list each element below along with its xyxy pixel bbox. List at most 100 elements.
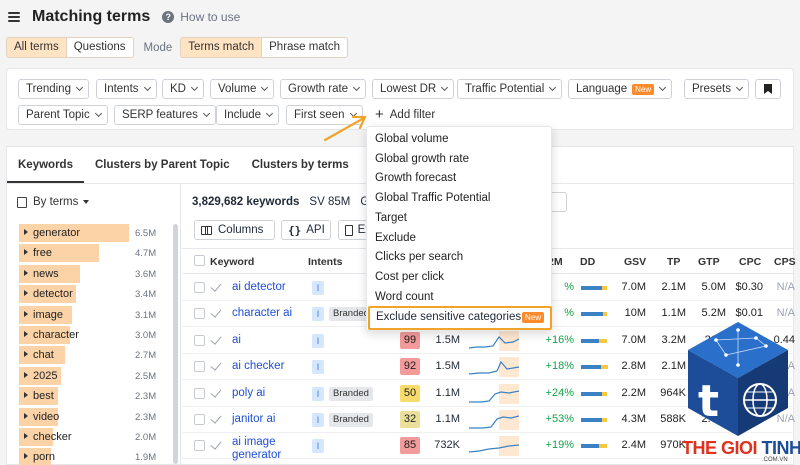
check-icon[interactable] [210,359,222,371]
tab-keywords[interactable]: Keywords [7,147,84,183]
keyword-link[interactable]: janitor ai [232,413,275,426]
filter-panel: Trending Intents KD Volume Growth rate L… [6,68,794,130]
tab-terms-match[interactable]: Terms match [181,38,262,57]
header-keyword[interactable]: Keyword [210,256,254,268]
filter-include[interactable]: Include [216,105,280,125]
dd-bar-blue [581,365,601,370]
tab-clusters-parent-topic[interactable]: Clusters by Parent Topic [84,147,241,183]
term-text: best [33,390,54,403]
expand-arrow-icon [24,249,28,256]
sidebar-term[interactable]: 2025 2.5M [19,366,169,385]
row-checkbox[interactable] [194,334,205,346]
scrollbar[interactable] [173,224,178,464]
filter-language[interactable]: Language New [568,79,673,99]
header-intents[interactable]: Intents [308,256,342,268]
add-filter-button[interactable]: + Add filter [375,107,435,122]
tab-clusters-terms[interactable]: Clusters by terms [241,147,360,183]
menu-item[interactable]: Global volume [375,133,449,145]
kd-badge: 32 [400,411,420,428]
dd-bar-yellow [602,418,607,422]
columns-button[interactable]: Columns [194,220,275,240]
top-bar: Matching terms ? How to use [0,0,800,34]
select-all-checkbox[interactable] [194,255,205,266]
intent-badge: I [312,439,324,454]
menu-icon[interactable] [8,12,20,22]
new-badge: New [632,83,655,95]
chevron-down-icon [441,83,449,92]
dd-bar-blue [581,312,603,317]
filter-parent-topic[interactable]: Parent Topic [18,105,108,125]
filter-volume[interactable]: Volume [210,79,275,99]
sidebar-term[interactable]: chat 2.7M [19,346,169,365]
row-checkbox[interactable] [194,308,205,320]
check-icon[interactable] [210,306,222,319]
filter-trending[interactable]: Trending [18,79,89,99]
menu-item[interactable]: Clicks per search [375,251,463,263]
mode-toggle: Terms match Phrase match [180,37,349,58]
tab-phrase-match[interactable]: Phrase match [261,38,348,57]
sidebar-term[interactable]: checker 2.0M [19,428,169,446]
sidebar-term[interactable]: best 2.3M [19,387,169,406]
filter-intents[interactable]: Intents [96,79,157,99]
row-checkbox[interactable] [194,361,205,373]
sidebar-term[interactable]: news 3.6M [19,264,169,283]
highlighted-menu-item[interactable]: Exclude sensitive categories New [368,306,552,330]
sidebar-term[interactable]: character 3.0M [19,326,169,344]
sidebar-term[interactable]: detector 3.4M [19,285,169,304]
keyword-link[interactable]: ai image generator [232,436,294,462]
keyword-link[interactable]: ai checker [232,360,284,373]
sidebar-term[interactable]: generator 6.5M [19,224,169,242]
difficulty-distribution-bar [581,365,608,370]
row-checkbox[interactable] [194,440,205,452]
sidebar-term[interactable]: free 4.7M [19,244,169,263]
header-cps[interactable]: CPS [774,256,796,268]
header-cpc[interactable]: CPC [739,256,761,268]
menu-item[interactable]: Global growth rate [375,153,469,165]
menu-item[interactable]: Word count [375,291,434,303]
keyword-link[interactable]: character ai [232,307,292,320]
scope-toggle: All terms Questions [6,37,134,58]
header-gsv[interactable]: GSV [624,256,646,268]
filter-kd[interactable]: KD [162,79,204,99]
presets-button[interactable]: Presets [684,79,749,99]
filter-traffic-potential[interactable]: Traffic Potential [457,79,563,99]
bookmark-button[interactable] [755,79,781,99]
filter-growth-rate[interactable]: Growth rate [280,79,367,99]
tab-questions[interactable]: Questions [65,38,133,57]
row-checkbox[interactable] [194,414,205,425]
keyword-link[interactable]: poly ai [232,387,265,400]
filter-lowest-dr[interactable]: Lowest DR [372,79,455,99]
term-text: chat [33,349,54,362]
sidebar-term[interactable]: video 2.3M [19,407,169,426]
check-icon[interactable] [210,412,222,424]
kd-badge: 85 [400,437,420,455]
header-dd[interactable]: DD [580,256,595,268]
api-button[interactable]: {} API [281,220,331,240]
keyword-link[interactable]: ai [232,334,241,347]
check-icon[interactable] [210,385,222,398]
help-link[interactable]: ? How to use [162,10,240,24]
menu-item[interactable]: Target [375,212,407,224]
chevron-down-icon [735,83,744,92]
menu-item[interactable]: Exclude [375,232,416,244]
term-text: character [33,329,79,341]
tab-all-terms[interactable]: All terms [7,38,66,57]
difficulty-distribution-bar [581,338,607,343]
menu-item[interactable]: Growth forecast [375,172,456,184]
check-icon[interactable] [210,280,222,292]
menu-item[interactable]: Global Traffic Potential [375,192,491,204]
by-terms-select[interactable]: By terms [17,196,90,208]
header-gtp[interactable]: GTP [698,256,720,268]
check-icon[interactable] [210,438,222,451]
trend-sparkline [469,357,519,378]
menu-item[interactable]: Cost per click [375,271,444,283]
keyword-link[interactable]: ai detector [232,281,286,294]
sidebar-term[interactable]: image 3.1M [19,305,169,324]
sidebar-term[interactable]: porn 1.9M [19,448,169,465]
row-checkbox[interactable] [194,282,205,293]
term-text: free [33,247,52,260]
filter-serp-features[interactable]: SERP features [114,105,216,125]
row-checkbox[interactable] [194,387,205,399]
check-icon[interactable] [210,333,222,345]
header-tp[interactable]: TP [667,256,680,268]
